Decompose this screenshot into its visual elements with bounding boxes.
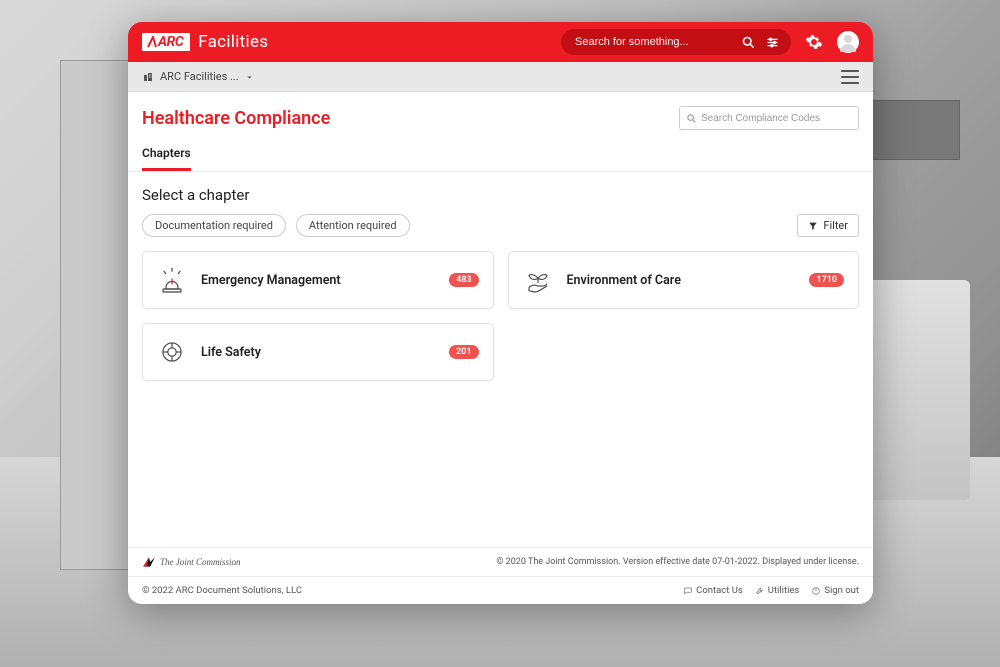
- joint-commission-mark: The Joint Commission: [142, 556, 241, 568]
- chat-icon: [683, 586, 693, 596]
- wrench-icon: [755, 586, 765, 596]
- tab-chapters[interactable]: Chapters: [142, 140, 191, 171]
- sliders-icon[interactable]: [763, 33, 781, 51]
- breadcrumb-bar: ARC Facilities ...: [128, 62, 873, 92]
- brand-logo-text: ARC: [158, 34, 183, 50]
- siren-icon: [157, 265, 187, 295]
- filter-row: Documentation required Attention require…: [142, 214, 859, 237]
- breadcrumb-label[interactable]: ARC Facilities ...: [160, 70, 239, 83]
- chapter-title: Emergency Management: [201, 273, 449, 288]
- utilities-link[interactable]: Utilities: [755, 585, 800, 596]
- hamburger-icon[interactable]: [841, 70, 859, 84]
- topbar: ARC Facilities: [128, 22, 873, 62]
- chapter-grid: Emergency Management 483 Environment of …: [142, 251, 859, 381]
- bottombar: © 2022 ARC Document Solutions, LLC Conta…: [128, 576, 873, 604]
- chip-attention-required[interactable]: Attention required: [296, 214, 410, 237]
- link-label: Sign out: [824, 585, 859, 596]
- chip-documentation-required[interactable]: Documentation required: [142, 214, 286, 237]
- tabs: Chapters: [128, 140, 873, 172]
- compliance-search[interactable]: [679, 106, 859, 130]
- global-search-input[interactable]: [575, 36, 739, 48]
- power-icon: [811, 586, 821, 596]
- brand-product: Facilities: [198, 32, 268, 52]
- chapter-card-environment-of-care[interactable]: Environment of Care 1710: [508, 251, 860, 309]
- bottom-links: Contact Us Utilities Sign out: [683, 585, 859, 596]
- filter-label: Filter: [823, 219, 848, 232]
- chevron-down-icon[interactable]: [245, 72, 254, 81]
- jc-mark-text: The Joint Commission: [160, 557, 241, 567]
- content: Select a chapter Documentation required …: [128, 172, 873, 547]
- plant-hand-icon: [523, 265, 553, 295]
- chapter-count-badge: 1710: [809, 273, 844, 287]
- lifebuoy-icon: [157, 337, 187, 367]
- chapter-title: Life Safety: [201, 345, 449, 360]
- gear-icon[interactable]: [805, 33, 823, 51]
- link-label: Utilities: [768, 585, 800, 596]
- page-title-row: Healthcare Compliance: [128, 92, 873, 140]
- compliance-search-input[interactable]: [701, 113, 852, 124]
- building-icon: [142, 71, 154, 83]
- chapter-card-emergency-management[interactable]: Emergency Management 483: [142, 251, 494, 309]
- license-text: © 2020 The Joint Commission. Version eff…: [496, 557, 859, 567]
- link-label: Contact Us: [696, 585, 743, 596]
- filter-button[interactable]: Filter: [797, 214, 859, 237]
- chapter-count-badge: 201: [449, 345, 478, 359]
- brand-logo: ARC: [142, 33, 190, 51]
- chapter-card-life-safety[interactable]: Life Safety 201: [142, 323, 494, 381]
- chapter-count-badge: 483: [449, 273, 478, 287]
- contact-us-link[interactable]: Contact Us: [683, 585, 743, 596]
- app-window: ARC Facilities ARC Facilities ... Health…: [128, 22, 873, 604]
- global-search[interactable]: [561, 29, 791, 55]
- page-title: Healthcare Compliance: [142, 108, 330, 129]
- sign-out-link[interactable]: Sign out: [811, 585, 859, 596]
- copyright: © 2022 ARC Document Solutions, LLC: [142, 585, 302, 596]
- filter-icon: [808, 221, 818, 231]
- search-icon: [686, 113, 697, 124]
- chapter-title: Environment of Care: [567, 273, 810, 288]
- license-footer: The Joint Commission © 2020 The Joint Co…: [128, 547, 873, 576]
- section-heading: Select a chapter: [142, 186, 859, 204]
- search-icon[interactable]: [739, 33, 757, 51]
- avatar[interactable]: [837, 31, 859, 53]
